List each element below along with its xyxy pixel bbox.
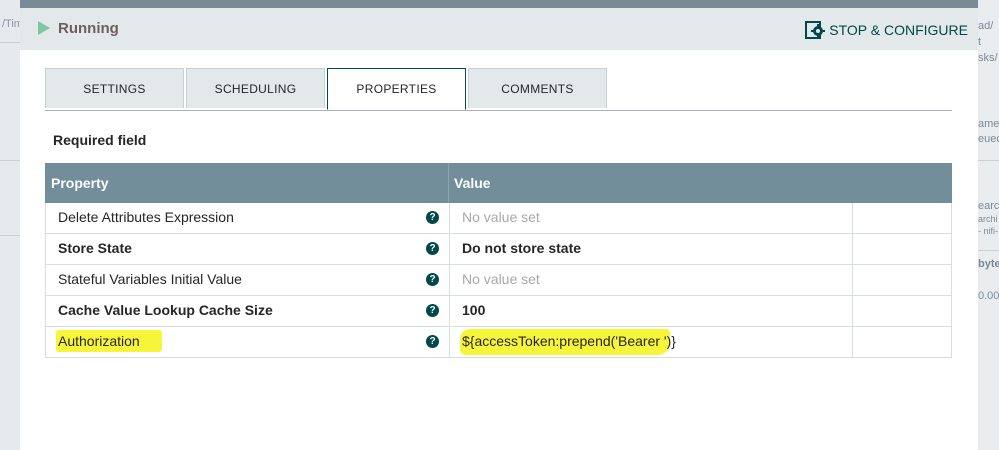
background-divider [0,235,20,236]
column-header-property: Property [51,175,109,191]
property-name: Store State [58,240,132,256]
column-divider [449,234,450,264]
background-text: sks/ [978,52,998,64]
table-header: Property Value [45,163,952,203]
tab-label: COMMENTS [501,81,574,96]
background-text: - nifi- [978,226,998,236]
processor-config-dialog: Running STOP & CONFIGURE SETTINGS SCHEDU… [20,8,978,450]
status-label: Running [58,20,119,37]
background-text: ad/ [978,20,994,32]
column-divider [852,296,853,326]
dialog-header: Running STOP & CONFIGURE [20,8,978,50]
question-icon[interactable]: ? [426,211,439,224]
property-value[interactable]: Do not store state [462,240,581,256]
stop-configure-button[interactable]: STOP & CONFIGURE [805,19,968,41]
column-divider [852,234,853,264]
tab-comments[interactable]: COMMENTS [468,68,607,108]
column-divider [448,163,449,203]
question-icon[interactable]: ? [426,304,439,317]
column-divider [449,265,450,295]
stop-configure-label: STOP & CONFIGURE [829,22,968,38]
column-divider [852,203,853,233]
table-row: Store State ? Do not store state [45,234,952,265]
property-value[interactable]: No value set [462,271,540,287]
background-divider [978,160,999,161]
question-icon[interactable]: ? [426,273,439,286]
tab-label: SETTINGS [83,81,146,96]
background-text: ame [978,118,999,130]
gear-icon [805,21,826,39]
property-name: Cache Value Lookup Cache Size [58,302,273,318]
column-divider [449,327,450,357]
column-divider [449,296,450,326]
table-row: Authorization ? ${accessToken:prepend('B… [45,327,952,358]
tab-properties[interactable]: PROPERTIES [327,68,466,110]
background-text: euec [978,133,999,145]
question-icon[interactable]: ? [426,242,439,255]
background-divider [978,250,999,251]
property-value[interactable]: 100 [462,302,485,318]
property-name: Stateful Variables Initial Value [58,271,242,287]
play-icon [38,21,50,35]
column-divider [852,327,853,357]
property-name: Delete Attributes Expression [58,209,234,225]
tab-bar: SETTINGS SCHEDULING PROPERTIES COMMENTS [45,68,952,111]
required-field-label: Required field [53,132,147,148]
column-divider [852,265,853,295]
properties-table: Property Value Delete Attributes Express… [45,163,952,358]
column-divider [449,203,450,233]
property-name: Authorization [58,333,140,349]
table-row: Stateful Variables Initial Value ? No va… [45,265,952,296]
tab-label: PROPERTIES [356,82,437,96]
tab-settings[interactable]: SETTINGS [45,68,184,108]
property-value[interactable]: No value set [462,209,540,225]
background-divider [0,160,20,161]
tab-label: SCHEDULING [214,81,297,96]
table-row: Delete Attributes Expression ? No value … [45,203,952,234]
background-divider [0,42,20,43]
background-app-right: ad/ t sks/ ame euec earc archi - nifi- b… [978,0,999,450]
background-text: archi [978,214,998,224]
table-row: Cache Value Lookup Cache Size ? 100 [45,296,952,327]
background-text: t [978,36,982,48]
column-header-value: Value [454,175,491,191]
question-icon[interactable]: ? [426,335,439,348]
tab-scheduling[interactable]: SCHEDULING [186,68,325,108]
background-text: 0.00 [978,290,999,302]
background-app-left: /Tim [0,0,23,450]
background-text: byte [978,258,999,270]
property-value[interactable]: ${accessToken:prepend('Bearer ')} [462,333,676,349]
background-text: earc [978,200,999,212]
